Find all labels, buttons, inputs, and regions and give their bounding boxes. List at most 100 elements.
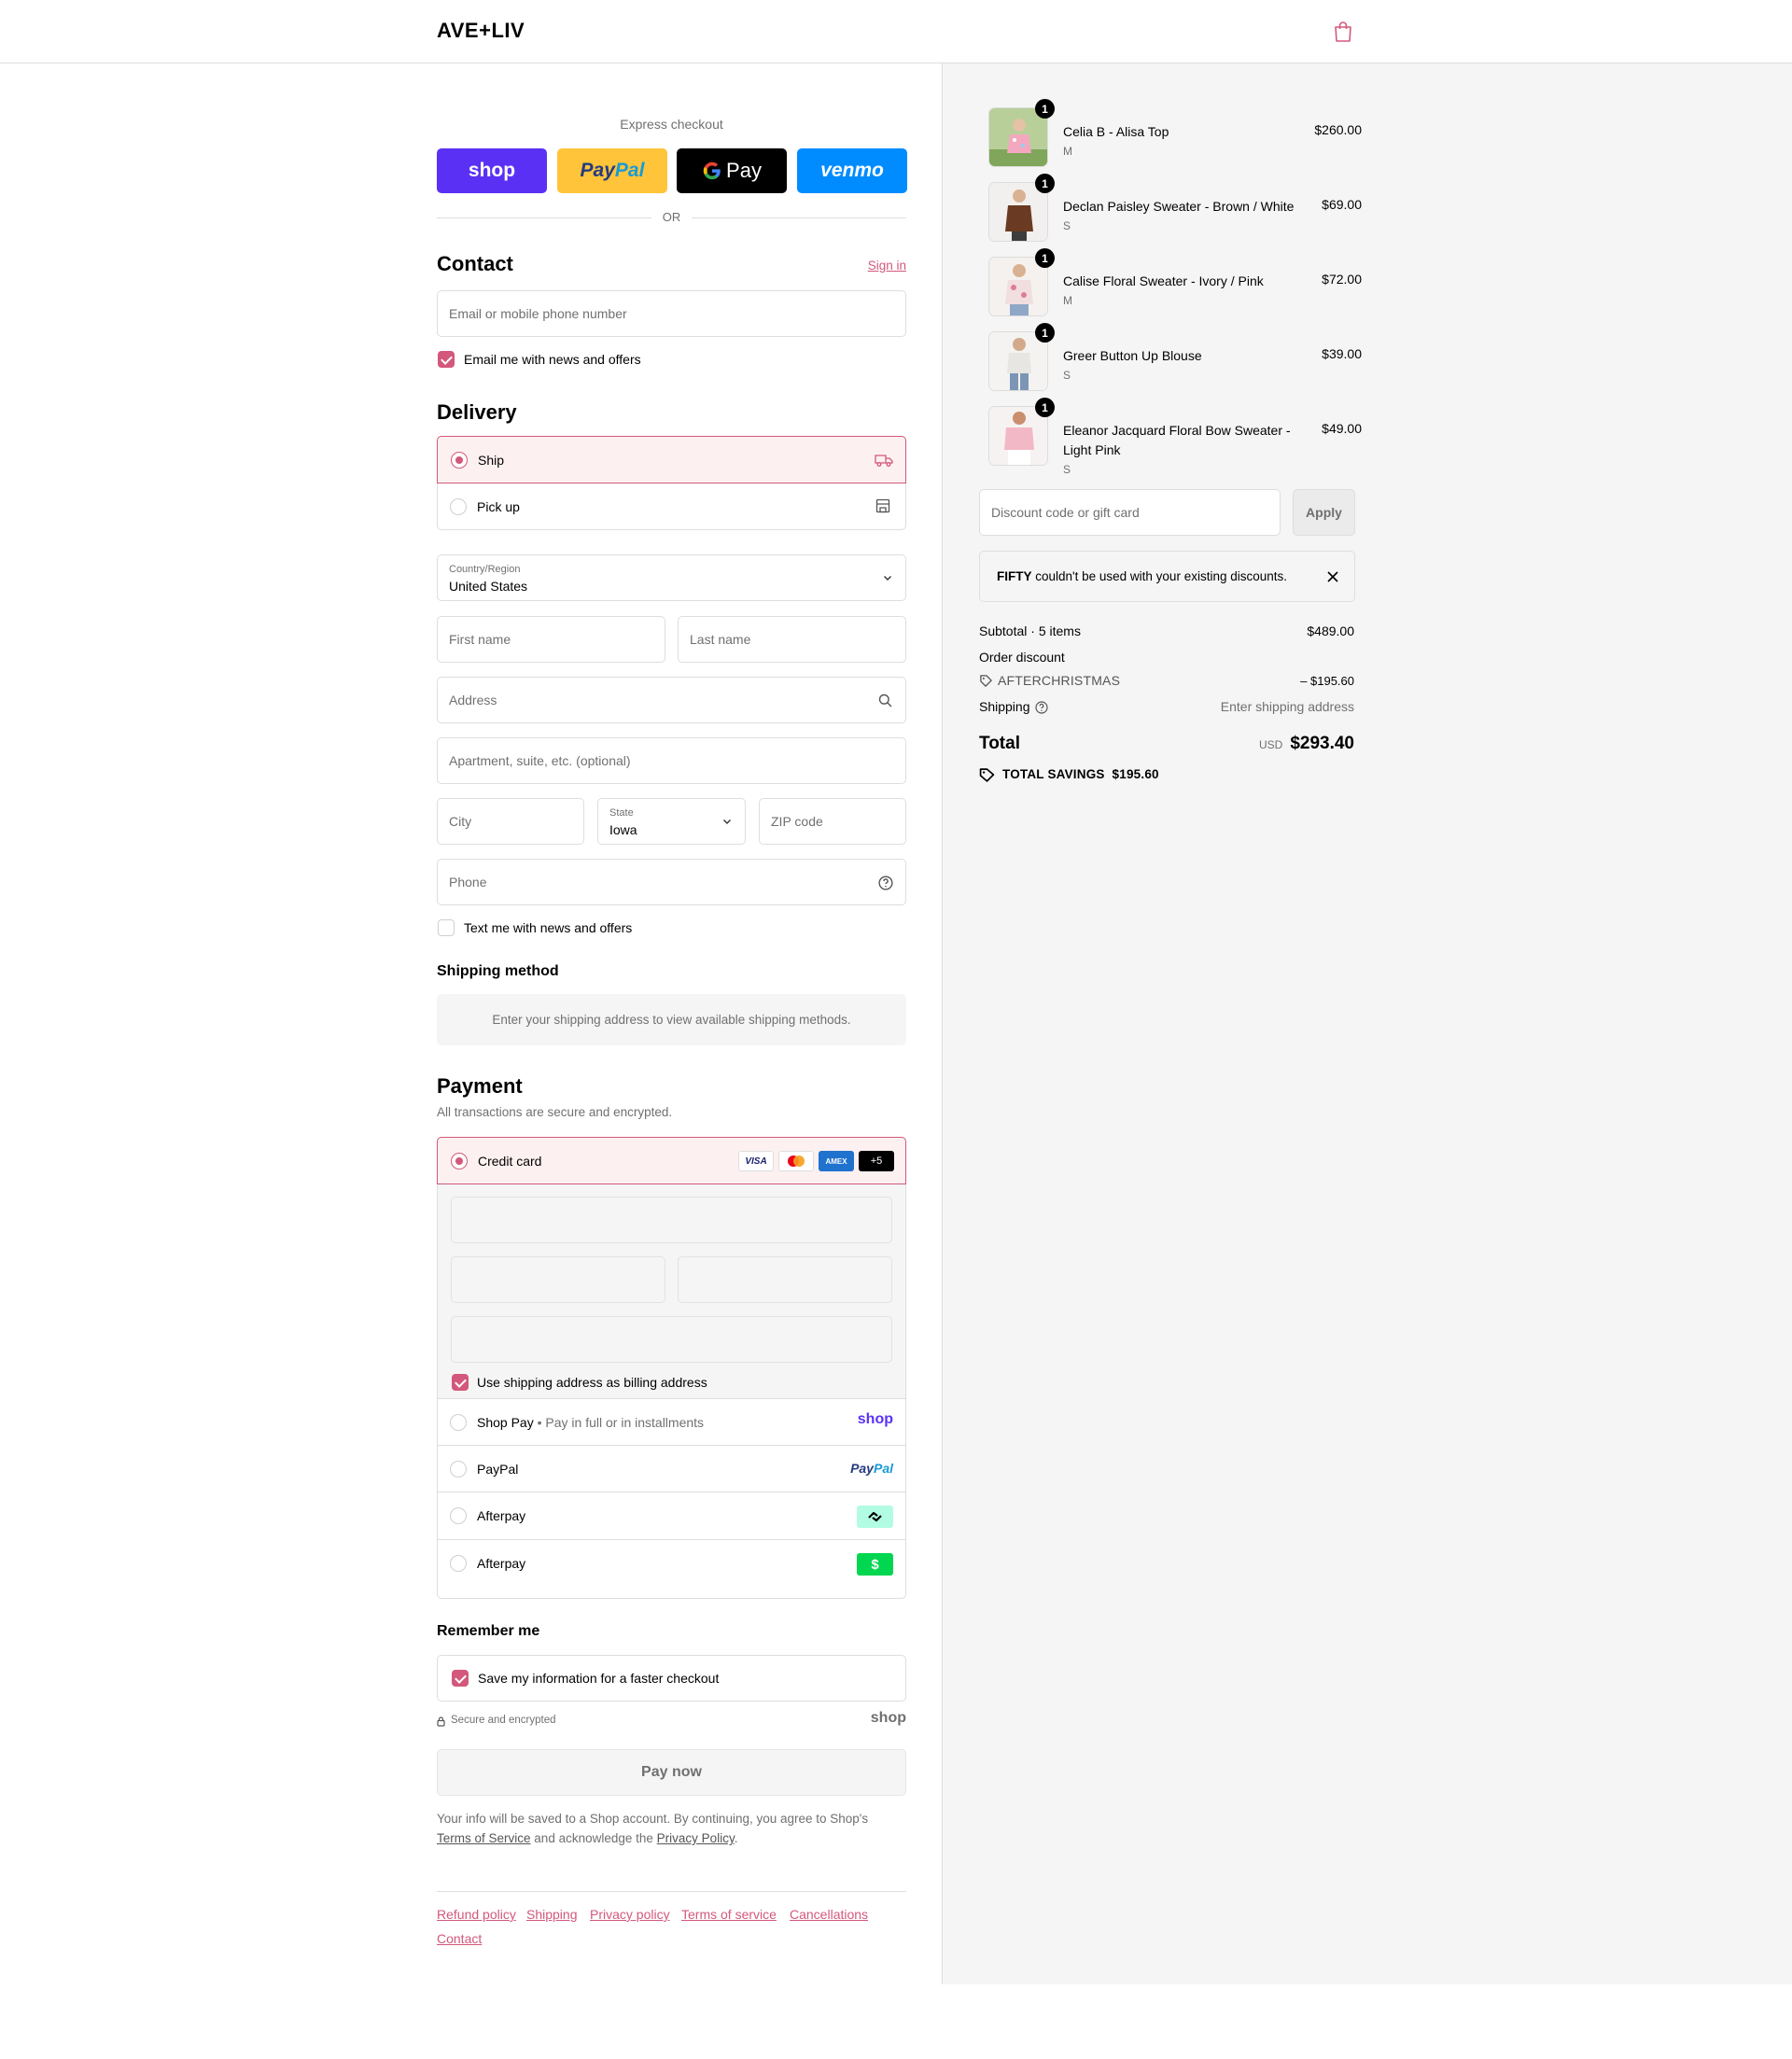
credit-card-option[interactable]: Credit card VISA AMEX +5 <box>437 1137 906 1184</box>
credit-card-radio[interactable] <box>451 1153 468 1170</box>
discount-code-input[interactable]: Discount code or gift card <box>979 489 1281 536</box>
sign-in-link[interactable]: Sign in <box>868 259 906 273</box>
more-cards-badge: +5 <box>859 1151 894 1171</box>
first-name-field[interactable]: First name <box>437 616 665 663</box>
afterpay-option[interactable]: Afterpay <box>437 1492 906 1540</box>
legal-text-start: Your info will be saved to a Shop accoun… <box>437 1812 869 1826</box>
express-checkout-title: Express checkout <box>620 117 723 132</box>
billing-address-checkbox[interactable] <box>452 1374 469 1391</box>
secure-label: Secure and encrypted <box>451 1715 556 1726</box>
state-select[interactable]: State Iowa <box>597 798 746 845</box>
close-icon[interactable] <box>1327 571 1338 582</box>
paypal-radio[interactable] <box>450 1461 467 1478</box>
order-discount-label: Order discount <box>979 650 1065 665</box>
afterpay-radio[interactable] <box>450 1507 467 1524</box>
apartment-field[interactable]: Apartment, suite, etc. (optional) <box>437 737 906 784</box>
pickup-option[interactable]: Pick up <box>437 483 906 530</box>
card-name-field[interactable] <box>451 1316 892 1363</box>
cancellations-link[interactable]: Cancellations <box>790 1907 868 1922</box>
amex-icon: AMEX <box>819 1151 854 1171</box>
ship-radio[interactable] <box>451 452 468 469</box>
shop-pay-option[interactable]: Shop Pay • Pay in full or in installment… <box>437 1399 906 1446</box>
city-placeholder: City <box>449 814 472 829</box>
venmo-logo: venmo <box>820 160 884 181</box>
lock-icon <box>437 1716 445 1727</box>
privacy-policy-link[interactable]: Privacy Policy <box>657 1831 735 1845</box>
paypal-logo-pay: Pay <box>850 1461 874 1476</box>
phone-field[interactable]: Phone <box>437 859 906 905</box>
cash-app-option[interactable]: Afterpay $ <box>437 1540 906 1587</box>
contact-link[interactable]: Contact <box>437 1931 482 1946</box>
help-icon[interactable] <box>878 875 893 890</box>
subtotal-label: Subtotal · 5 items <box>979 623 1081 638</box>
text-news-checkbox[interactable] <box>438 919 455 936</box>
email-field[interactable]: Email or mobile phone number <box>437 290 906 337</box>
pay-now-button[interactable]: Pay now <box>437 1749 906 1796</box>
card-form: Use shipping address as billing address <box>438 1184 905 1399</box>
address-field[interactable]: Address <box>437 677 906 723</box>
country-select[interactable]: Country/Region United States <box>437 554 906 601</box>
quantity-badge: 1 <box>1035 174 1055 193</box>
card-expiry-field[interactable] <box>451 1256 665 1303</box>
item-name: Greer Button Up Blouse <box>1063 348 1202 363</box>
item-variant: S <box>1063 463 1071 476</box>
save-info-option[interactable]: Save my information for a faster checkou… <box>437 1655 906 1702</box>
total-value: $293.40 <box>1290 734 1354 753</box>
item-price: $72.00 <box>1322 272 1362 287</box>
city-field[interactable]: City <box>437 798 584 845</box>
apply-button[interactable]: Apply <box>1293 489 1355 536</box>
terms-of-service-link[interactable]: Terms of Service <box>437 1831 531 1845</box>
cart-item: 1 Celia B - Alisa Top M $260.00 <box>988 99 1362 173</box>
help-icon[interactable] <box>1035 701 1048 714</box>
paypal-option[interactable]: PayPal PayPal <box>437 1446 906 1492</box>
shipping-method-info: Enter your shipping address to view avai… <box>437 994 906 1045</box>
cash-app-radio[interactable] <box>450 1555 467 1572</box>
google-pay-express-button[interactable]: Pay <box>677 148 787 193</box>
country-label: Country/Region <box>449 564 521 575</box>
zip-field[interactable]: ZIP code <box>759 798 906 845</box>
card-security-code-field[interactable] <box>678 1256 892 1303</box>
card-number-field[interactable] <box>451 1197 892 1243</box>
item-name: Eleanor Jacquard Floral Bow Sweater - Li… <box>1063 423 1291 457</box>
shop-pay-name: Shop Pay <box>477 1415 534 1430</box>
store-logo[interactable]: AVE+LIV <box>437 19 525 43</box>
privacy-policy-footer-link[interactable]: Privacy policy <box>590 1907 670 1922</box>
refund-policy-link[interactable]: Refund policy <box>437 1907 516 1922</box>
paypal-express-button[interactable]: Pay Pal <box>557 148 667 193</box>
address-placeholder: Address <box>449 693 497 707</box>
save-info-checkbox[interactable] <box>452 1670 469 1687</box>
total-label: Total <box>979 734 1020 753</box>
alert-code: FIFTY <box>997 569 1032 583</box>
savings-tag-icon <box>979 768 995 782</box>
or-divider-label: OR <box>662 210 681 224</box>
item-name: Celia B - Alisa Top <box>1063 124 1169 139</box>
item-price: $49.00 <box>1322 421 1362 436</box>
email-placeholder: Email or mobile phone number <box>449 306 627 321</box>
shipping-policy-link[interactable]: Shipping <box>526 1907 578 1922</box>
pickup-label: Pick up <box>477 499 520 514</box>
zip-placeholder: ZIP code <box>771 814 823 829</box>
email-news-checkbox[interactable] <box>438 351 455 368</box>
payment-subtitle: All transactions are secure and encrypte… <box>437 1105 673 1119</box>
first-name-placeholder: First name <box>449 632 511 647</box>
pickup-radio[interactable] <box>450 498 467 515</box>
venmo-express-button[interactable]: venmo <box>797 148 907 193</box>
shop-pay-radio[interactable] <box>450 1414 467 1431</box>
discount-error-alert: FIFTY couldn't be used with your existin… <box>979 551 1355 602</box>
order-summary: 1 Celia B - Alisa Top M $260.00 1 Declan… <box>942 63 1792 1984</box>
state-value: Iowa <box>609 822 637 837</box>
country-value: United States <box>449 579 528 594</box>
savings-label: TOTAL SAVINGS <box>1002 767 1105 781</box>
item-variant: S <box>1063 219 1071 232</box>
terms-of-service-footer-link[interactable]: Terms of service <box>681 1907 777 1922</box>
last-name-field[interactable]: Last name <box>678 616 906 663</box>
item-variant: S <box>1063 369 1071 382</box>
cart-item: 1 Eleanor Jacquard Floral Bow Sweater - … <box>988 398 1362 476</box>
ship-option[interactable]: Ship <box>437 436 906 483</box>
shop-pay-express-button[interactable]: shop <box>437 148 547 193</box>
discount-placeholder: Discount code or gift card <box>991 505 1140 520</box>
quantity-badge: 1 <box>1035 323 1055 343</box>
shopping-bag-icon[interactable] <box>1333 21 1353 43</box>
afterpay-logo-icon <box>857 1506 893 1528</box>
alert-message: FIFTY couldn't be used with your existin… <box>997 569 1287 583</box>
